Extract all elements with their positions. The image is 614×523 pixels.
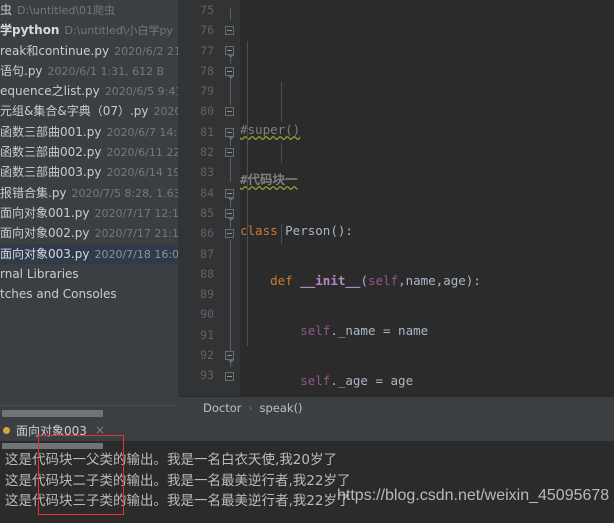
code-token: #super() (240, 122, 301, 137)
tree-row-selected[interactable]: 面向对象003.py 2020/7/18 16:09, (0, 243, 178, 264)
fold-marker-line78[interactable] (225, 67, 234, 79)
fold-guide-line (229, 158, 231, 182)
tree-item-meta: 2020/7/5 8:28, 1.63 k (71, 186, 178, 200)
tree-item-meta: 2020 (153, 105, 178, 119)
tree-item-name: 函数三部曲003.py (0, 165, 102, 180)
console-line: 这是代码块一父类的输出。我是一名白衣天使,我20岁了 (5, 452, 337, 468)
tree-item-name: 面向对象003.py (0, 246, 90, 261)
breadcrumb-class[interactable]: Doctor (203, 401, 242, 415)
fold-marker-line86[interactable] (225, 229, 234, 238)
fold-guide-line (229, 58, 231, 64)
breadcrumb-method[interactable]: speak() (260, 401, 303, 415)
code-line-80: self._age = age (300, 373, 414, 389)
fold-marker-line76[interactable] (225, 26, 234, 35)
run-status-icon (3, 426, 10, 434)
tree-item-name: 面向对象002.py (0, 226, 90, 241)
indent-guide (281, 143, 282, 163)
code-line-79: self._name = name (300, 323, 429, 339)
breadcrumb[interactable]: Doctor › speak() (178, 396, 614, 419)
tree-row[interactable]: 学python D:\untitled\小白学py (0, 20, 178, 40)
code-line-77: class Person(): (240, 222, 353, 238)
fold-guide-line (229, 8, 231, 20)
tree-item-meta: D:\untitled\小白学py (64, 24, 173, 38)
tree-item-meta: 2020/7/18 16:09, (94, 247, 178, 261)
close-icon[interactable]: × (95, 424, 105, 436)
tree-item-name: equence之list.py (0, 84, 100, 99)
indent-guide (281, 224, 282, 244)
tree-row[interactable]: equence之list.py 2020/6/5 9:41, (0, 81, 178, 101)
console-output[interactable]: 这是代码块一父类的输出。我是一名白衣天使,我20岁了 这是代码块二子类的输出。我… (0, 441, 614, 523)
tree-item-name: 面向对象001.py (0, 205, 90, 220)
tree-item-meta: 2020/6/5 9:41, (104, 85, 178, 99)
fold-marker-line92[interactable] (225, 351, 234, 363)
tree-row-external-libraries[interactable]: rnal Libraries (0, 264, 178, 284)
tree-item-name: 元组&集合&字典（07）.py (0, 104, 149, 119)
code-folding-column[interactable] (222, 0, 240, 396)
tree-row[interactable]: 元组&集合&字典（07）.py 2020 (0, 101, 178, 121)
scrollbar-thumb[interactable] (2, 410, 103, 417)
tree-item-meta: D:\untitled\01爬虫 (17, 4, 116, 17)
tree-item-name: 语句.py (0, 63, 43, 78)
tree-item-name: rnal Libraries (0, 266, 79, 281)
tree-row[interactable]: 函数三部曲002.py 2020/6/11 22:5 (0, 142, 178, 162)
tree-item-name: 函数三部曲001.py (0, 124, 102, 139)
tree-item-meta: 2020/7/17 12:13, (94, 206, 178, 220)
code-text-area[interactable]: #super() #代码块一 class Person(): def __ini… (240, 0, 614, 396)
indent-guide (247, 41, 248, 346)
tree-item-name: 函数三部曲002.py (0, 145, 102, 160)
fold-marker-line84[interactable] (225, 189, 234, 201)
run-tool-window: 面向对象003 × 这是代码块一父类的输出。我是一名白衣天使,我20岁了 这是代… (0, 419, 614, 523)
tree-item-meta: 2020/6/14 19:5 (106, 166, 178, 180)
code-token: #代码块一 (240, 172, 298, 188)
fold-marker-line82[interactable] (225, 148, 234, 157)
run-tab-label: 面向对象003 (16, 423, 87, 438)
project-tree-panel[interactable]: 虫 D:\untitled\01爬虫 学python D:\untitled\小白学… (0, 0, 178, 419)
fold-guide-line (229, 240, 231, 367)
fold-guide-line (229, 220, 231, 228)
tree-row-scratches-and-consoles[interactable]: tches and Consoles (0, 284, 178, 304)
tree-item-meta: 2020/6/1 1:31, 612 B (47, 64, 165, 78)
tree-row[interactable]: 面向对象002.py 2020/7/17 21:18, (0, 223, 178, 243)
chevron-right-icon: › (248, 402, 253, 414)
tree-item-meta: 2020/7/17 21:18, (94, 227, 178, 241)
fold-marker-line81[interactable] (225, 128, 234, 140)
fold-marker-line80[interactable] (225, 107, 234, 116)
run-tab-bar: 面向对象003 × (0, 419, 614, 441)
tree-item-meta: 2020/6/2 21 (114, 44, 178, 58)
fold-marker-line93[interactable] (225, 372, 234, 381)
tree-item-name: 学python (0, 23, 60, 38)
fold-guide-line (229, 200, 231, 208)
code-line-75: #super() (240, 120, 614, 140)
code-editor[interactable]: 75 76 77 78 79 80 81 82 83 84 85 86 87 8… (178, 0, 614, 396)
code-line-76: #代码块一 (240, 170, 614, 190)
tree-row[interactable]: 语句.py 2020/6/1 1:31, 612 B (0, 61, 178, 81)
tree-row[interactable]: 报错合集.py 2020/7/5 8:28, 1.63 k (0, 183, 178, 203)
indent-guide (281, 82, 282, 122)
sidebar-horizontal-scrollbar[interactable] (0, 408, 178, 419)
code-line-78: def __init__(self,name,age): (270, 272, 481, 288)
run-tab[interactable]: 面向对象003 × (3, 421, 105, 439)
console-scrollbar-thumb[interactable] (2, 443, 103, 449)
tree-item-name: 虫 (0, 3, 13, 17)
fold-marker-line85[interactable] (225, 209, 234, 221)
tree-item-name: reak和continue.py (0, 43, 110, 58)
tree-row[interactable]: 函数三部曲001.py 2020/6/7 14:18 (0, 122, 178, 142)
fold-marker-line77[interactable] (225, 46, 234, 58)
tree-row[interactable]: 函数三部曲003.py 2020/6/14 19:5 (0, 162, 178, 182)
tree-row[interactable]: reak和continue.py 2020/6/2 21 (0, 41, 178, 61)
tree-item-meta: 2020/6/11 22:5 (106, 146, 178, 160)
fold-guide-line (229, 78, 231, 105)
tree-item-name: tches and Consoles (0, 287, 117, 302)
watermark-text: https://blog.csdn.net/weixin_45095678 (337, 487, 610, 504)
line-number-gutter: 75 76 77 78 79 80 81 82 83 84 85 86 87 8… (178, 0, 240, 396)
tree-item-meta: 2020/6/7 14:18 (106, 125, 178, 139)
tree-item-name: 报错合集.py (0, 185, 67, 200)
tree-row[interactable]: 虫 D:\untitled\01爬虫 (0, 0, 178, 20)
sidebar-divider (0, 405, 178, 406)
pycharm-window: 虫 D:\untitled\01爬虫 学python D:\untitled\小白学… (0, 0, 614, 523)
fold-guide-line (229, 139, 231, 146)
tree-row[interactable]: 面向对象001.py 2020/7/17 12:13, (0, 203, 178, 223)
